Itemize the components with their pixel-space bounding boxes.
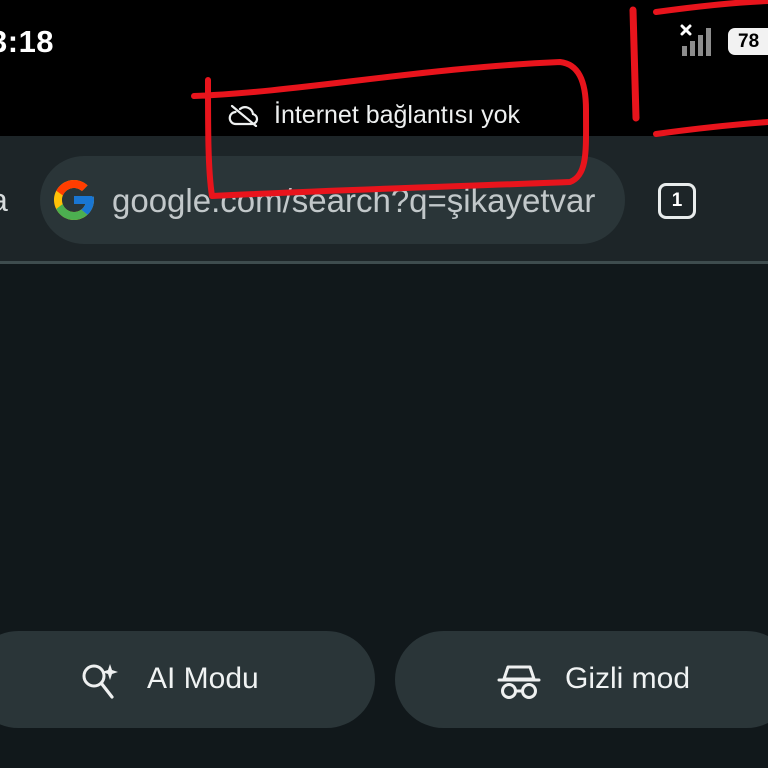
address-bar[interactable]: google.com/search?q=şikayetvar (40, 156, 625, 244)
toolbar-divider (0, 261, 768, 264)
ai-search-sparkle-icon (82, 664, 118, 699)
offline-banner-text: İnternet bağlantısı yok (274, 100, 520, 129)
home-button-fragment[interactable]: a (0, 182, 8, 219)
incognito-icon (497, 665, 541, 699)
google-logo-icon (54, 180, 94, 220)
offline-banner: İnternet bağlantısı yok (228, 98, 520, 132)
url-text: google.com/search?q=şikayetvar (112, 182, 596, 219)
incognito-button[interactable]: Gizli mod (395, 631, 768, 728)
battery-indicator: 78 (728, 28, 768, 55)
cloud-off-icon (228, 104, 259, 127)
status-bar: 3:18 78 İnternet bağlantısı yok (0, 0, 768, 136)
signal-no-service-icon (680, 24, 711, 56)
incognito-label: Gizli mod (565, 662, 691, 695)
ai-mode-label: AI Modu (147, 662, 259, 695)
tab-switcher-button[interactable]: 1 (658, 183, 696, 219)
status-time: 3:18 (0, 24, 55, 59)
ai-mode-button[interactable]: AI Modu (0, 631, 375, 728)
